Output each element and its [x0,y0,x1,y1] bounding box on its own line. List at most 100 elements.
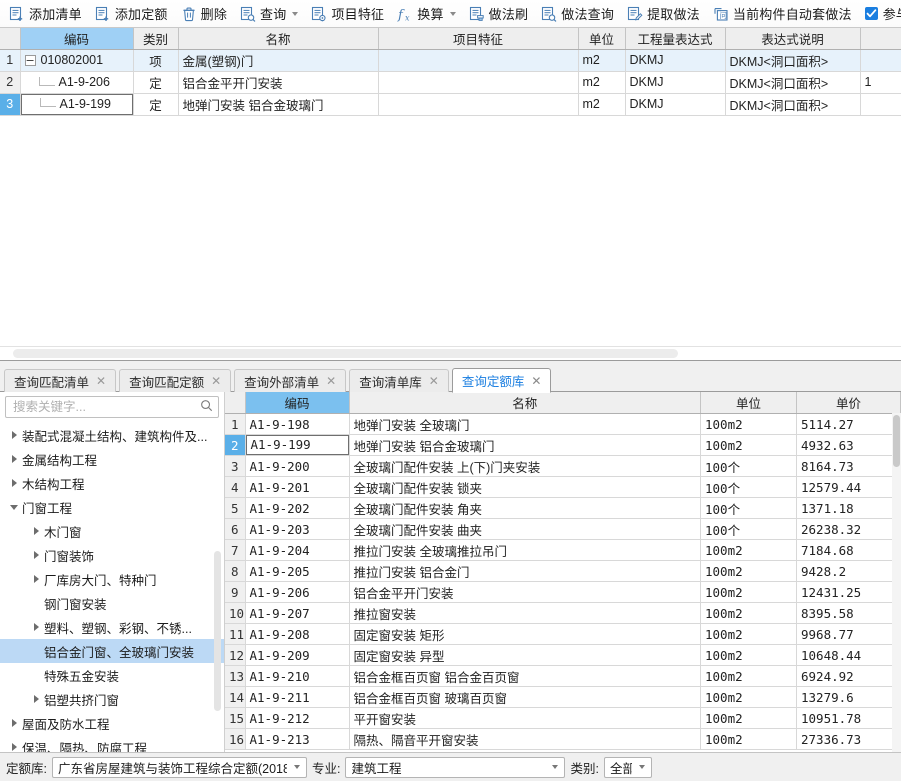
table-row[interactable]: 2 A1-9-206 定铝合金平开门安装 m2 DKMJ DKMJ<洞口面积> 1 [0,71,901,94]
boq-row-number[interactable]: 1 [0,49,21,72]
chevron-right-icon[interactable] [6,455,22,463]
list-cell-code[interactable]: A1-9-211 [245,686,350,708]
boq-hscroll-thumb[interactable] [13,349,678,358]
tree-node-10[interactable]: 特殊五金安装 [0,663,224,687]
list-row-number[interactable]: 9 [225,581,246,603]
tree-node-7[interactable]: 钢门窗安装 [0,591,224,615]
boq-cell-extra[interactable]: 1 [860,71,901,94]
tab-3[interactable]: 查询清单库 ✕ [349,369,449,392]
chevron-right-icon[interactable] [6,479,22,487]
boq-col-header-2[interactable]: 名称 [178,28,379,50]
table-row[interactable]: 3 A1-9-200 全玻璃门配件安装 上(下)门夹安装 100个 8164.73 [225,455,901,477]
tree-node-1[interactable]: 金属结构工程 [0,447,224,471]
boq-cell-code-wrap[interactable]: A1-9-206 [20,71,134,94]
list-cell-price[interactable]: 6924.92 [796,665,901,687]
boq-cell-expr[interactable]: DKMJ [625,93,726,116]
chevron-down-icon[interactable] [449,11,456,16]
list-cell-unit[interactable]: 100m2 [700,707,797,729]
tree-node-0[interactable]: 装配式混凝土结构、建筑构件及... [0,423,224,447]
list-cell-name[interactable]: 推拉门安装 铝合金门 [349,560,701,582]
toolbar-button-query[interactable]: 查询 [234,2,304,26]
boq-cell-extra[interactable] [860,49,901,72]
list-cell-name[interactable]: 全玻璃门配件安装 锁夹 [349,476,701,498]
list-cell-code[interactable]: A1-9-201 [245,476,350,498]
table-row[interactable]: 15 A1-9-212 平开窗安装 100m2 10951.78 [225,707,901,729]
toolbar-button-auto-apply[interactable]: 问当前构件自动套做法 [707,2,858,26]
list-row-number[interactable]: 12 [225,644,246,666]
close-icon[interactable]: ✕ [96,375,106,387]
chevron-right-icon[interactable] [6,719,22,727]
list-cell-unit[interactable]: 100m2 [700,560,797,582]
list-cell-code[interactable]: A1-9-208 [245,623,350,645]
major-select[interactable]: 建筑工程 [345,756,566,778]
table-row[interactable]: 13 A1-9-210 铝合金框百页窗 铝合金百页窗 100m2 6924.92 [225,665,901,687]
list-cell-name[interactable]: 铝合金框百页窗 玻璃百页窗 [349,686,701,708]
list-row-number[interactable]: 2 [225,434,246,456]
list-cell-unit[interactable]: 100个 [700,455,797,477]
toolbar-button-convert[interactable]: f x 换算 [391,2,461,26]
boq-hscrollbar[interactable] [0,346,901,360]
tree-node-4[interactable]: 木门窗 [0,519,224,543]
tab-0[interactable]: 查询匹配清单 ✕ [4,369,117,392]
table-row[interactable]: 6 A1-9-203 全玻璃门配件安装 曲夹 100个 26238.32 [225,518,901,540]
tree-node-3[interactable]: 门窗工程 [0,495,224,519]
list-cell-name[interactable]: 全玻璃门配件安装 上(下)门夹安装 [349,455,701,477]
list-cell-name[interactable]: 全玻璃门配件安装 曲夹 [349,518,701,540]
chevron-right-icon[interactable] [6,431,22,439]
boq-cell-extra[interactable] [860,93,901,116]
list-cell-code[interactable]: A1-9-198 [245,413,350,435]
list-row-number[interactable]: 11 [225,623,246,645]
boq-cell-expr[interactable]: DKMJ [625,49,726,72]
tree-node-5[interactable]: 门窗装饰 [0,543,224,567]
list-cell-name[interactable]: 推拉门安装 全玻璃推拉吊门 [349,539,701,561]
tab-4[interactable]: 查询定额库 ✕ [451,368,552,393]
table-row[interactable]: 9 A1-9-206 铝合金平开门安装 100m2 12431.25 [225,581,901,603]
list-cell-unit[interactable]: 100m2 [700,665,797,687]
tab-1[interactable]: 查询匹配定额 ✕ [119,369,232,392]
tree-node-12[interactable]: 屋面及防水工程 [0,711,224,735]
table-row[interactable]: 5 A1-9-202 全玻璃门配件安装 角夹 100个 1371.18 [225,497,901,519]
boq-row-number[interactable]: 2 [0,71,21,94]
toolbar-button-project-feature[interactable]: 项目特征 [305,2,390,26]
list-cell-unit[interactable]: 100个 [700,497,797,519]
boq-col-header-1[interactable]: 类别 [133,28,179,50]
tab-2[interactable]: 查询外部清单 ✕ [234,369,347,392]
table-row[interactable]: 14 A1-9-211 铝合金框百页窗 玻璃百页窗 100m2 13279.6 [225,686,901,708]
list-cell-name[interactable]: 固定窗安装 异型 [349,644,701,666]
list-cell-name[interactable]: 平开窗安装 [349,707,701,729]
boq-cell-feature[interactable] [378,71,579,94]
boq-cell-code-focused[interactable]: A1-9-199 [20,93,134,116]
list-cell-name[interactable]: 铝合金框百页窗 铝合金百页窗 [349,665,701,687]
list-cell-code[interactable]: A1-9-203 [245,518,350,540]
tree-node-13[interactable]: 保温、隔热、防腐工程 [0,735,224,752]
list-cell-name[interactable]: 全玻璃门配件安装 角夹 [349,497,701,519]
tree-scroll[interactable]: 装配式混凝土结构、建筑构件及... 金属结构工程 木结构工程 门窗工程 木门窗 门窗装饰厂… [0,421,224,752]
list-row-number[interactable]: 6 [225,518,246,540]
list-cell-price[interactable]: 13279.6 [796,686,901,708]
tree-node-2[interactable]: 木结构工程 [0,471,224,495]
list-row-number[interactable]: 3 [225,455,246,477]
list-cell-code[interactable]: A1-9-206 [245,581,350,603]
toolbar-button-add-quota[interactable]: 添加定额 [89,2,174,26]
chevron-down-icon[interactable] [552,765,559,769]
table-row[interactable]: 3 A1-9-199 定地弹门安装 铝合金玻璃门 m2 DKMJ DKMJ<洞口面积> [0,93,901,116]
list-cell-code[interactable]: A1-9-205 [245,560,350,582]
list-row-number[interactable]: 5 [225,497,246,519]
quota-lib-select[interactable]: 广东省房屋建筑与装饰工程综合定额(2018) [51,756,307,778]
close-icon[interactable]: ✕ [211,375,221,387]
list-cell-name[interactable]: 地弹门安装 全玻璃门 [349,413,701,435]
chevron-right-icon[interactable] [6,743,22,751]
list-cell-price[interactable]: 7184.68 [796,539,901,561]
list-cell-name[interactable]: 隔热、隔音平开窗安装 [349,728,701,750]
list-cell-price[interactable]: 27336.73 [796,728,901,750]
list-cell-price[interactable]: 10951.78 [796,707,901,729]
toolbar-button-method-brush[interactable]: 做法刷 [463,2,535,26]
list-row-number[interactable]: 16 [225,728,246,750]
boq-col-header-0[interactable]: 编码 [20,28,134,50]
list-row-number[interactable]: 7 [225,539,246,561]
list-cell-code[interactable]: A1-9-209 [245,644,350,666]
boq-cell-expr-desc[interactable]: DKMJ<洞口面积> [725,93,861,116]
boq-cell-expr-desc[interactable]: DKMJ<洞口面积> [725,71,861,94]
list-cell-price[interactable]: 8395.58 [796,602,901,624]
list-cell-unit[interactable]: 100m2 [700,413,797,435]
